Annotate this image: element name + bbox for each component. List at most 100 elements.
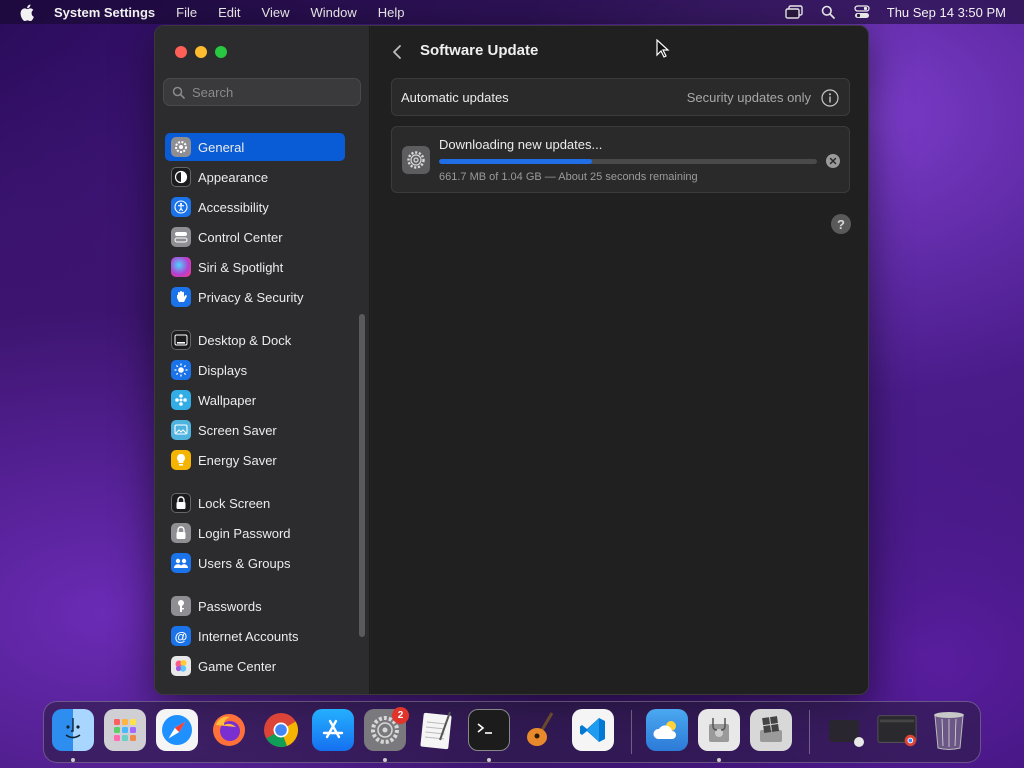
control-center-icon [171,227,191,247]
lock-icon [171,493,191,513]
sidebar-item-general[interactable]: General [165,133,345,161]
menu-view[interactable]: View [262,5,290,20]
dock-separator [631,710,632,754]
sidebar: Search General Appearance Accessibility … [155,26,370,694]
menu-file[interactable]: File [176,5,197,20]
dock: 2 [43,701,981,763]
gear-icon [171,137,191,157]
sidebar-item-users-groups[interactable]: Users & Groups [165,549,345,577]
sidebar-item-label: Displays [198,362,248,378]
dock-firefox-icon[interactable] [208,709,250,751]
sidebar-item-label: Passwords [198,598,262,614]
menu-help[interactable]: Help [378,5,405,20]
hand-icon [171,287,191,307]
sidebar-item-label: Appearance [198,169,269,185]
automatic-updates-row: Automatic updates Security updates only [391,78,850,116]
dock-running-indicator [383,758,387,762]
dock-chrome-window-icon[interactable] [876,709,918,751]
mouse-cursor-icon [656,39,670,58]
sidebar-item-accessibility[interactable]: Accessibility [165,193,345,221]
dock-launchpad-icon[interactable] [104,709,146,751]
sidebar-item-game-center[interactable]: Game Center [165,652,345,680]
chevron-left-icon [393,45,401,59]
main-pane: Software Update Automatic updates Securi… [371,26,868,694]
at-icon: @ [171,626,191,646]
sidebar-item-label: Login Password [198,525,291,541]
sidebar-search-input[interactable]: Search [163,78,361,106]
sidebar-item-desktop-dock[interactable]: Desktop & Dock [165,326,345,354]
help-button[interactable]: ? [831,214,851,234]
sidebar-item-label: Screen Saver [198,422,277,438]
sidebar-item-privacy-security[interactable]: Privacy & Security [165,283,345,311]
zoom-window-button[interactable] [215,46,227,58]
dock-downloads-stack-icon[interactable] [824,709,866,751]
page-title: Software Update [420,42,539,59]
sidebar-item-label: Users & Groups [198,555,291,571]
sidebar-item-label: Privacy & Security [198,289,304,305]
sidebar-item-appearance[interactable]: Appearance [165,163,345,191]
dock-boot-camp-icon[interactable] [750,709,792,751]
sidebar-item-label: Accessibility [198,199,269,215]
back-button[interactable] [389,42,405,62]
siri-icon [171,257,191,277]
sidebar-item-displays[interactable]: Displays [165,356,345,384]
dock-app-store-icon[interactable] [312,709,354,751]
game-center-icon [171,656,191,676]
dock-separator [809,710,810,754]
cancel-download-button[interactable] [826,154,840,168]
dock-disk-utility-icon[interactable] [698,709,740,751]
sidebar-item-login-password[interactable]: Login Password [165,519,345,547]
dock-running-indicator [717,758,721,762]
dock-vscode-icon[interactable] [572,709,614,751]
dock-icon [171,330,191,350]
appearance-icon [171,167,191,187]
sidebar-item-label: Siri & Spotlight [198,259,284,275]
dock-running-indicator [71,758,75,762]
sidebar-item-wallpaper[interactable]: Wallpaper [165,386,345,414]
dock-garageband-icon[interactable] [520,709,562,751]
dock-safari-icon[interactable] [156,709,198,751]
sidebar-item-siri-spotlight[interactable]: Siri & Spotlight [165,253,345,281]
sidebar-item-internet-accounts[interactable]: @ Internet Accounts [165,622,345,650]
sidebar-item-lock-screen[interactable]: Lock Screen [165,489,345,517]
sidebar-item-label: Game Center [198,658,277,674]
wallpaper-icon [171,390,191,410]
sidebar-item-control-center[interactable]: Control Center [165,223,345,251]
software-update-gear-icon [402,146,430,174]
control-center-icon[interactable] [853,4,871,20]
menu-window[interactable]: Window [310,5,356,20]
menu-bar-clock[interactable]: Thu Sep 14 3:50 PM [887,5,1006,20]
screen-mirroring-icon[interactable] [785,4,803,20]
sidebar-item-energy-saver[interactable]: Energy Saver [165,446,345,474]
apple-menu-icon[interactable] [18,3,36,21]
dock-weather-icon[interactable] [646,709,688,751]
search-placeholder: Search [192,84,234,100]
menu-edit[interactable]: Edit [218,5,240,20]
dock-textedit-icon[interactable] [416,709,458,751]
screen-saver-icon [171,420,191,440]
sidebar-item-label: Internet Accounts [198,628,299,644]
download-progress-card: Downloading new updates... 661.7 MB of 1… [391,126,850,193]
sidebar-scrollbar[interactable] [359,314,365,637]
dock-finder-icon[interactable] [52,709,94,751]
spotlight-search-icon[interactable] [819,4,837,20]
search-icon [172,85,186,99]
bulb-icon [171,450,191,470]
dock-terminal-icon[interactable] [468,709,510,751]
sidebar-item-screen-saver[interactable]: Screen Saver [165,416,345,444]
system-settings-window: Search General Appearance Accessibility … [154,25,869,695]
sidebar-item-label: General [198,139,245,155]
automatic-updates-value: Security updates only [686,90,811,105]
menu-app-name[interactable]: System Settings [54,5,155,20]
download-detail: 661.7 MB of 1.04 GB — About 25 seconds r… [439,171,698,183]
dock-running-indicator [487,758,491,762]
sidebar-item-label: Control Center [198,229,283,245]
info-icon[interactable] [821,89,839,107]
sidebar-item-passwords[interactable]: Passwords [165,592,345,620]
sidebar-item-label: Energy Saver [198,452,277,468]
dock-chrome-icon[interactable] [260,709,302,751]
minimize-window-button[interactable] [195,46,207,58]
sun-icon [171,360,191,380]
close-window-button[interactable] [175,46,187,58]
dock-trash-icon[interactable] [928,709,970,751]
